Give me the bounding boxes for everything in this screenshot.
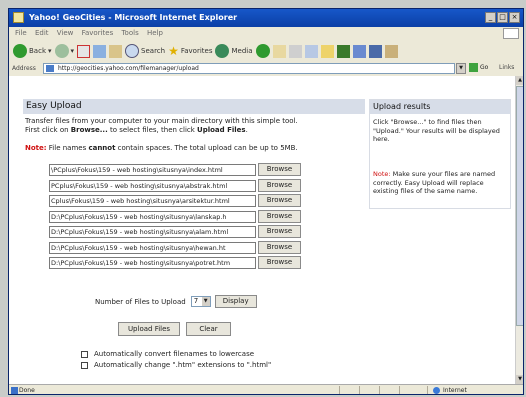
back-arrow-icon	[13, 44, 27, 58]
maximize-button[interactable]: □	[497, 12, 508, 23]
browser-window: Yahoo! GeoCities - Microsoft Internet Ex…	[8, 8, 524, 395]
status-divider	[339, 386, 340, 394]
refresh-icon[interactable]	[93, 44, 107, 58]
browse-button-7[interactable]: Browse	[258, 256, 301, 269]
mail-icon[interactable]	[272, 44, 286, 58]
easy-upload-panel: Easy Upload Transfer files from your com…	[23, 99, 365, 379]
home-icon[interactable]	[109, 44, 123, 58]
lowercase-option[interactable]: Automatically convert filenames to lower…	[81, 350, 254, 358]
discuss-icon[interactable]	[368, 44, 382, 58]
menu-favorites[interactable]: Favorites	[82, 29, 114, 37]
number-of-files-row: Number of Files to Upload 7 ▼ Display	[95, 295, 257, 308]
number-of-files-select[interactable]: 7 ▼	[190, 296, 211, 307]
title-bar: Yahoo! GeoCities - Microsoft Internet Ex…	[9, 9, 523, 27]
vertical-scrollbar[interactable]: ▲ ▼	[515, 76, 523, 384]
upload-results-text: Click "Browse..." to find files then "Up…	[373, 118, 500, 143]
ie-icon	[13, 12, 24, 23]
go-arrow-icon	[469, 63, 478, 72]
search-icon	[125, 44, 140, 58]
print-icon[interactable]	[288, 44, 302, 58]
status-bar: Done Internet	[9, 384, 523, 394]
file-input-3[interactable]: Cplus\Fokus\159 - web hosting\situsnya\a…	[49, 195, 256, 207]
stop-icon[interactable]	[77, 44, 91, 58]
menu-bar: File Edit View Favorites Tools Help	[9, 27, 523, 41]
tools-icon[interactable]	[384, 44, 398, 58]
address-url: http://geocities.yahoo.com/filemanager/u…	[58, 65, 199, 72]
forward-button[interactable]: ▾	[54, 44, 74, 58]
lowercase-label: Automatically convert filenames to lower…	[94, 350, 255, 358]
upload-results-note: Note: Make sure your files are named cor…	[373, 170, 496, 195]
file-input-5[interactable]: D:\PCplus\Fokus\159 - web hosting\situsn…	[49, 226, 256, 238]
back-button[interactable]: Back ▾	[13, 44, 52, 58]
status-divider	[359, 386, 360, 394]
status-divider	[427, 386, 428, 394]
messenger-icon[interactable]	[336, 44, 350, 58]
file-input-1[interactable]: \PCplus\Fokus\159 - web hosting\situsnya…	[49, 164, 256, 176]
upload-results-heading: Upload results	[370, 100, 510, 114]
page-content: Easy Upload Transfer files from your com…	[9, 76, 515, 384]
security-zone: Internet	[433, 387, 467, 394]
links-button[interactable]: Links	[499, 64, 514, 71]
scroll-up-icon[interactable]: ▲	[516, 76, 523, 85]
address-bar: Address http://geocities.yahoo.com/filem…	[9, 62, 523, 77]
toolbar: Back ▾ ▾ Search ★ Favorites Media	[9, 40, 523, 63]
file-input-7[interactable]: D:\PCplus\Fokus\159 - web hosting\situsn…	[49, 257, 256, 269]
clear-button[interactable]: Clear	[186, 322, 231, 336]
menu-file[interactable]: File	[15, 29, 27, 37]
status-text: Done	[19, 387, 35, 394]
favorites-button[interactable]: ★ Favorites	[168, 44, 212, 58]
htm-extension-label: Automatically change ".htm" extensions t…	[94, 361, 272, 369]
menu-edit[interactable]: Edit	[35, 29, 49, 37]
search-button[interactable]: Search	[125, 44, 165, 58]
menu-help[interactable]: Help	[147, 29, 163, 37]
globe-icon	[433, 387, 440, 394]
browse-button-4[interactable]: Browse	[258, 209, 301, 223]
research-icon[interactable]	[352, 44, 366, 58]
upload-files-button[interactable]: Upload Files	[118, 322, 180, 336]
intro-line-1: Transfer files from your computer to you…	[25, 117, 298, 125]
file-input-2[interactable]: PCplus\Fokus\159 - web hosting\situsnya\…	[49, 179, 256, 192]
page-icon	[46, 65, 54, 72]
file-input-6[interactable]: D:\PCplus\Fokus\159 - web hosting\situsn…	[49, 241, 256, 254]
go-button[interactable]: Go	[469, 63, 488, 72]
address-label: Address	[12, 65, 36, 72]
status-divider	[399, 386, 400, 394]
close-button[interactable]: ×	[509, 12, 520, 23]
upload-results-panel: Upload results Click "Browse..." to find…	[369, 99, 511, 209]
edit-icon[interactable]	[304, 44, 318, 58]
htm-extension-checkbox[interactable]	[81, 361, 88, 369]
intro-line-2: First click on Browse... to select files…	[25, 126, 248, 134]
scroll-down-icon[interactable]: ▼	[516, 375, 523, 384]
chevron-down-icon: ▼	[201, 297, 210, 306]
display-button[interactable]: Display	[214, 295, 257, 308]
menu-tools[interactable]: Tools	[121, 29, 138, 37]
star-icon: ★	[168, 44, 179, 58]
htm-extension-option[interactable]: Automatically change ".htm" extensions t…	[81, 361, 271, 369]
upload-note: Note: File names cannot contain spaces. …	[25, 144, 298, 152]
address-dropdown-icon[interactable]: ▼	[456, 63, 466, 74]
media-icon	[215, 44, 230, 58]
address-input[interactable]: http://geocities.yahoo.com/filemanager/u…	[43, 63, 455, 74]
menu-view[interactable]: View	[57, 29, 74, 37]
lowercase-checkbox[interactable]	[81, 350, 88, 358]
page-done-icon	[11, 387, 18, 394]
windows-logo-icon	[503, 28, 519, 39]
window-title: Yahoo! GeoCities - Microsoft Internet Ex…	[29, 13, 238, 22]
minimize-button[interactable]: _	[485, 12, 496, 23]
browse-button-6[interactable]: Browse	[258, 240, 301, 254]
status-divider	[379, 386, 380, 394]
history-icon[interactable]	[255, 44, 270, 58]
easy-upload-heading: Easy Upload	[23, 99, 365, 114]
browse-button-3[interactable]: Browse	[258, 194, 301, 207]
scroll-thumb[interactable]	[516, 86, 523, 326]
forward-arrow-icon	[54, 44, 69, 58]
browse-button-1[interactable]: Browse	[258, 163, 301, 176]
media-button[interactable]: Media	[215, 44, 253, 58]
number-of-files-label: Number of Files to Upload	[95, 297, 186, 306]
folder-icon[interactable]	[320, 44, 334, 58]
browse-button-5[interactable]: Browse	[258, 225, 301, 238]
file-input-4[interactable]: D:\PCplus\Fokus\159 - web hosting\situsn…	[49, 210, 256, 223]
browse-button-2[interactable]: Browse	[258, 178, 301, 192]
